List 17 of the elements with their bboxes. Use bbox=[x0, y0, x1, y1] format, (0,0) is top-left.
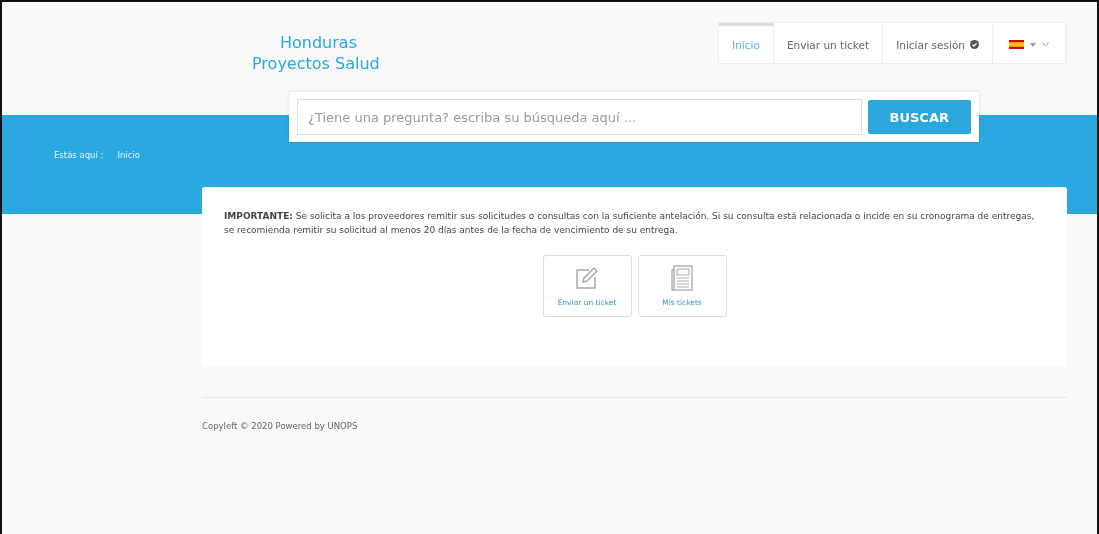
pencil-square-icon bbox=[574, 265, 600, 291]
check-circle-icon bbox=[970, 40, 979, 49]
site-title: Honduras bbox=[279, 32, 358, 53]
newspaper-icon bbox=[671, 265, 693, 291]
footer-text: Copyleft © 2020 Powered by UNOPS bbox=[202, 421, 358, 431]
caret-icon bbox=[1030, 42, 1036, 47]
breadcrumb-label: Estás aquí : bbox=[54, 149, 104, 160]
site-title: Proyectos Salud bbox=[252, 53, 380, 74]
search-field[interactable]: ¿Tiene una pregunta? escriba su búsqueda aquí ... bbox=[297, 99, 862, 135]
breadcrumb-link[interactable]: Inicio bbox=[117, 149, 140, 160]
search-button[interactable]: BUSCAR bbox=[867, 100, 971, 134]
nav-tab[interactable]: Inicio bbox=[719, 23, 774, 63]
notice-text: IMPORTANTE: Se solicita a los proveedores remitir sus solicitudes o consultas con la suficiente antelación. Si su consulta está relacionada o incide en su cronograma de entregas, se recomienda remitir su solicitud al menos 20 días antes de la fecha de vencimiento de su entrega. bbox=[224, 210, 1036, 237]
flag-icon bbox=[1009, 40, 1024, 49]
chevron-down-icon bbox=[1042, 42, 1049, 47]
login-tab[interactable]: Iniciar sesión bbox=[883, 23, 993, 63]
nav-tab[interactable]: Enviar un ticket bbox=[773, 23, 884, 63]
